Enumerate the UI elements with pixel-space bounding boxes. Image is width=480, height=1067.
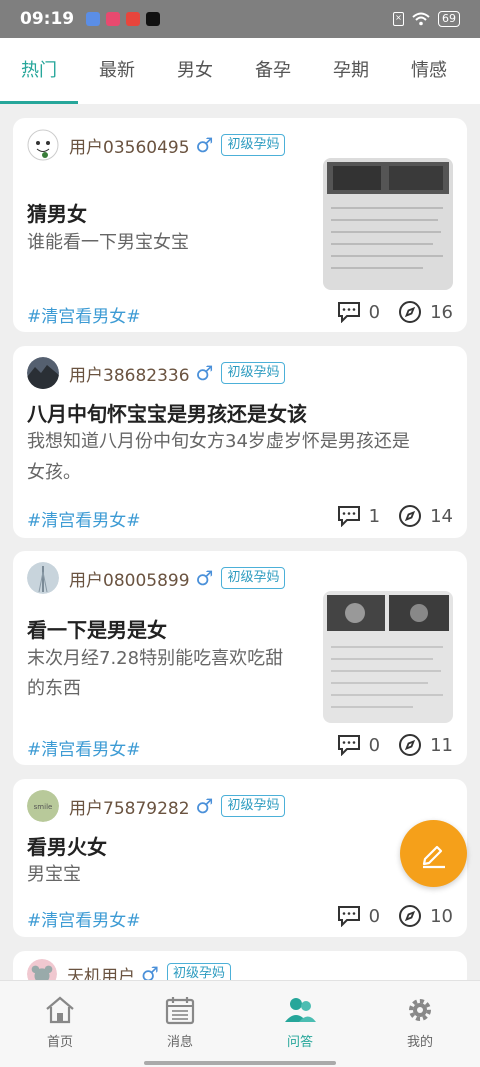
avatar[interactable] [27, 129, 59, 161]
male-icon: ♂ [195, 361, 214, 385]
app-notification-icon [126, 12, 141, 26]
sim-icon: × [393, 12, 404, 26]
view-count: 14 [398, 504, 453, 528]
comment-count-value: 0 [368, 301, 381, 323]
tab-preparing[interactable]: 备孕 [234, 38, 312, 104]
view-count-value: 11 [430, 734, 453, 756]
comment-count[interactable]: 0 [337, 905, 380, 927]
post-stats: 0 11 [319, 733, 453, 757]
male-icon: ♂ [195, 566, 214, 590]
nav-profile[interactable]: 我的 [360, 981, 480, 1067]
home-icon [46, 996, 74, 1024]
user-name[interactable]: 用户03560495 [69, 133, 190, 158]
view-count: 16 [398, 300, 453, 324]
tab-pregnancy[interactable]: 孕期 [312, 38, 390, 104]
comment-icon [337, 302, 360, 323]
level-badge: 初级孕妈 [221, 795, 286, 817]
nav-home[interactable]: 首页 [0, 981, 120, 1067]
compass-icon [399, 505, 422, 527]
post-image[interactable] [323, 158, 453, 290]
view-count-value: 10 [430, 905, 453, 927]
battery-indicator: 69 [438, 11, 460, 27]
male-icon: ♂ [195, 133, 214, 157]
level-badge: 初级孕妈 [221, 362, 286, 384]
tab-gender[interactable]: 男女 [156, 38, 234, 104]
tab-emotion[interactable]: 情感 [390, 38, 468, 104]
post-title[interactable]: 八月中旬怀宝宝是男孩还是女该 [27, 398, 307, 427]
comment-count[interactable]: 0 [337, 734, 380, 756]
app-notification-icon [86, 12, 101, 26]
users-icon [285, 998, 316, 1022]
topic-tag[interactable]: #清宫看男女# [27, 906, 141, 931]
post-description-line1: 末次月经7.28特别能吃喜欢吃甜 [27, 648, 284, 669]
post-description-line2: 女孩。 [27, 462, 81, 483]
topic-tag[interactable]: #清宫看男女# [27, 302, 141, 327]
status-app-icons [86, 12, 161, 26]
comment-count[interactable]: 0 [337, 301, 380, 323]
pencil-icon [422, 845, 445, 868]
post-stats: 0 16 [319, 300, 453, 324]
comment-count-value: 0 [368, 734, 381, 756]
gear-icon [409, 999, 431, 1021]
nav-qa[interactable]: 问答 [240, 981, 360, 1067]
wifi-icon [412, 12, 430, 26]
post-card[interactable]: 用户38682336 ♂ 初级孕妈 八月中旬怀宝宝是男孩还是女该 我想知道八月份… [13, 346, 467, 538]
home-indicator[interactable] [144, 1061, 336, 1065]
nav-home-label: 首页 [46, 1035, 73, 1050]
status-bar: 09:19 × 69 [0, 0, 480, 38]
tiktok-icon [146, 12, 161, 26]
post-title[interactable]: 猜男女 [27, 198, 87, 227]
post-stats: 1 14 [319, 504, 453, 528]
view-count-value: 14 [430, 505, 453, 527]
topic-tag[interactable]: #清宫看男女# [27, 506, 141, 531]
comment-icon [337, 906, 360, 927]
post-card[interactable]: 用户08005899 ♂ 初级孕妈 看一下是男是女 末次月经7.28特别能吃喜欢… [13, 551, 467, 765]
bottom-navigation: 首页 消息 问答 我的 [0, 980, 480, 1067]
view-count-value: 16 [430, 301, 453, 323]
avatar[interactable] [27, 357, 59, 389]
view-count: 10 [398, 904, 453, 928]
avatar[interactable]: smile [27, 790, 59, 822]
user-name[interactable]: 用户38682336 [69, 361, 190, 386]
comment-count-value: 0 [368, 905, 381, 927]
post-card[interactable]: 用户03560495 ♂ 初级孕妈 猜男女 谁能看一下男宝女宝 #清宫看男女# … [13, 118, 467, 332]
compass-icon [399, 905, 422, 927]
comment-icon [337, 506, 360, 527]
comment-count-value: 1 [368, 505, 381, 527]
compose-post-button[interactable] [400, 820, 467, 887]
male-icon: ♂ [195, 794, 214, 818]
user-name[interactable]: 用户08005899 [69, 566, 190, 591]
status-time: 09:19 [20, 9, 75, 29]
level-badge: 初级孕妈 [221, 134, 286, 156]
post-description-line2: 的东西 [27, 678, 81, 699]
post-image[interactable] [323, 591, 453, 723]
category-tabs: 热门 最新 男女 备孕 孕期 情感 [0, 38, 480, 104]
compass-icon [399, 301, 422, 323]
post-title[interactable]: 看一下是男是女 [27, 614, 167, 643]
avatar[interactable] [27, 562, 59, 594]
tab-latest[interactable]: 最新 [78, 38, 156, 104]
level-badge: 初级孕妈 [221, 567, 286, 589]
nav-messages-label: 消息 [166, 1035, 193, 1050]
post-description: 男宝宝 [27, 864, 81, 885]
tab-hot[interactable]: 热门 [0, 38, 78, 104]
nav-qa-label: 问答 [286, 1035, 313, 1050]
post-stats: 0 10 [319, 904, 453, 928]
user-name[interactable]: 用户75879282 [69, 794, 190, 819]
nav-messages[interactable]: 消息 [120, 981, 240, 1067]
post-description: 谁能看一下男宝女宝 [27, 232, 189, 253]
topic-tag[interactable]: #清宫看男女# [27, 735, 141, 760]
comment-icon [337, 735, 360, 756]
svg-text:smile: smile [34, 803, 53, 811]
app-notification-icon [106, 12, 121, 26]
calendar-icon [165, 997, 195, 1025]
nav-profile-label: 我的 [406, 1035, 433, 1050]
post-card[interactable]: smile 用户75879282 ♂ 初级孕妈 看男火女 男宝宝 #清宫看男女#… [13, 779, 467, 937]
compass-icon [399, 734, 422, 756]
comment-count[interactable]: 1 [337, 505, 380, 527]
post-description-line1: 我想知道八月份中旬女方34岁虚岁怀是男孩还是 [27, 431, 410, 452]
view-count: 11 [398, 733, 453, 757]
post-title[interactable]: 看男火女 [27, 831, 107, 860]
